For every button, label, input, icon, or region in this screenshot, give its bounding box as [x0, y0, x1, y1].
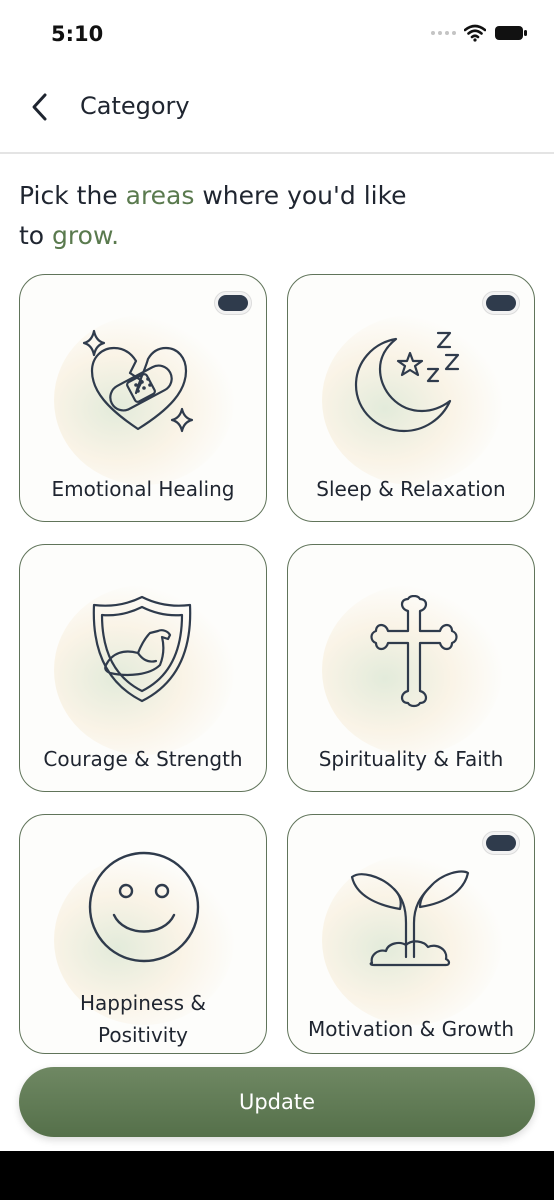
selected-toggle[interactable] [482, 831, 520, 855]
shield-muscle-icon [92, 595, 192, 703]
category-card-spirituality-faith[interactable]: Spirituality & Faith [287, 544, 535, 792]
category-card-motivation-growth[interactable]: Motivation & Growth [287, 814, 535, 1054]
category-card-courage-strength[interactable]: Courage & Strength [19, 544, 267, 792]
category-label: Courage & Strength [43, 747, 243, 771]
category-label: Spirituality & Faith [318, 747, 504, 771]
sprout-icon [350, 870, 470, 967]
category-label: Emotional Healing [51, 477, 235, 501]
selected-toggle[interactable] [482, 291, 520, 315]
category-label: Motivation & Growth [308, 1017, 514, 1041]
category-card-emotional-healing[interactable]: Emotional Healing [19, 274, 267, 522]
moon-sleep-icon [354, 331, 460, 433]
smiley-icon [88, 851, 200, 963]
update-button[interactable]: Update [19, 1067, 535, 1137]
home-indicator-bar [0, 1151, 554, 1200]
cross-icon [370, 595, 458, 708]
category-grid: Emotional Healing Sleep & Relaxation Cou… [0, 0, 554, 1200]
category-label: Sleep & Relaxation [316, 477, 506, 501]
category-card-sleep-relaxation[interactable]: Sleep & Relaxation [287, 274, 535, 522]
category-label: Happiness & Positivity [79, 991, 206, 1047]
bandaged-heart-icon [82, 329, 194, 433]
category-card-happiness-positivity[interactable]: Happiness & Positivity [19, 814, 267, 1054]
selected-toggle[interactable] [214, 291, 252, 315]
